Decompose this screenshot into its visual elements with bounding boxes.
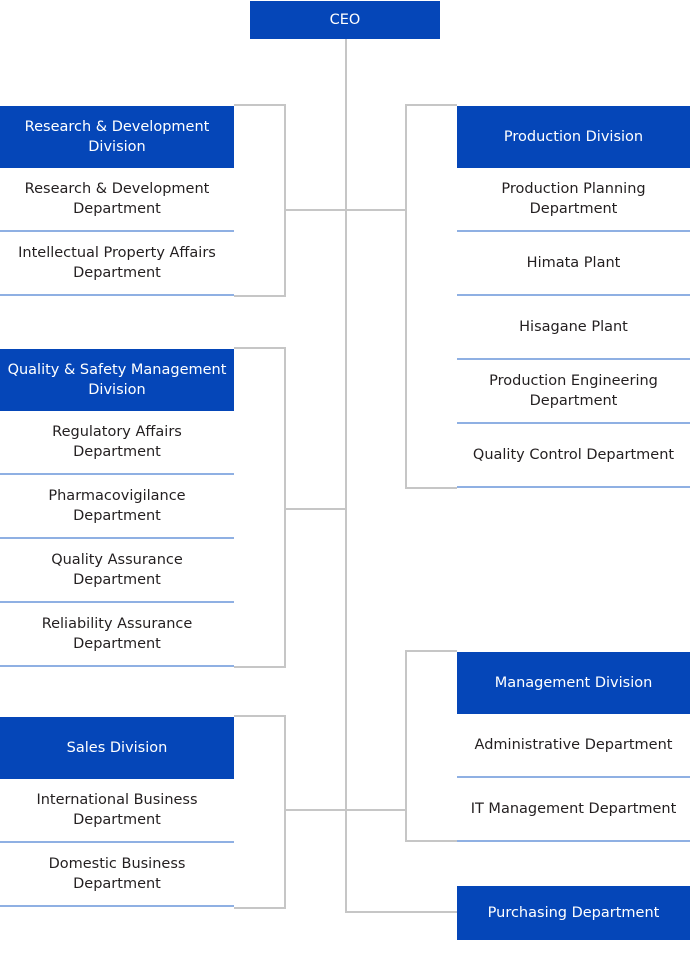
connector-rd-to-spine [284, 209, 346, 211]
node-regulatory-affairs-department-label: Regulatory Affairs Department [52, 424, 182, 460]
node-himata-plant[interactable]: Himata Plant [457, 232, 690, 296]
node-research-development-department-label: Research & Development Department [24, 181, 210, 217]
spine-to-purchasing [345, 911, 457, 913]
node-quality-assurance-department-label: Quality Assurance Department [51, 552, 183, 588]
connector-management-bracket [405, 650, 407, 840]
node-intellectual-property-affairs-department[interactable]: Intellectual Property Affairs Department [0, 232, 234, 296]
node-production-division-label: Production Division [503, 129, 644, 145]
connector-sales-top [234, 715, 286, 717]
node-administrative-department-label: Administrative Department [474, 737, 673, 753]
node-production-engineering-department[interactable]: Production Engineering Department [457, 360, 690, 424]
node-domestic-business-department-label: Domestic Business Department [48, 856, 186, 892]
connector-management-top [405, 650, 457, 652]
connector-rd-bottom [234, 295, 286, 297]
connector-sales-bottom [234, 907, 286, 909]
connector-production-to-spine [345, 209, 407, 211]
node-production-engineering-department-label: Production Engineering Department [489, 373, 658, 409]
node-domestic-business-department[interactable]: Domestic Business Department [0, 843, 234, 907]
node-administrative-department[interactable]: Administrative Department [457, 714, 690, 778]
node-research-development-division[interactable]: Research & Development Division [0, 106, 234, 168]
node-pharmacovigilance-department[interactable]: Pharmacovigilance Department [0, 475, 234, 539]
connector-qs-bracket [284, 347, 286, 666]
node-himata-plant-label: Himata Plant [526, 255, 621, 271]
connector-sales-bracket [284, 715, 286, 907]
connector-production-top [405, 104, 457, 106]
node-purchasing-department[interactable]: Purchasing Department [457, 886, 690, 940]
node-hisagane-plant[interactable]: Hisagane Plant [457, 296, 690, 360]
node-international-business-department-label: International Business Department [36, 792, 198, 828]
connector-rd-bracket [284, 104, 286, 295]
node-purchasing-department-label: Purchasing Department [487, 905, 660, 921]
node-quality-safety-management-division[interactable]: Quality & Safety Management Division [0, 349, 234, 411]
node-hisagane-plant-label: Hisagane Plant [519, 319, 628, 335]
node-intellectual-property-affairs-department-label: Intellectual Property Affairs Department [18, 245, 216, 281]
node-production-planning-department-label: Production Planning Department [501, 181, 646, 217]
node-reliability-assurance-department-label: Reliability Assurance Department [41, 616, 193, 652]
connector-qs-to-spine [284, 508, 346, 510]
node-sales-division-label: Sales Division [66, 740, 168, 756]
node-reliability-assurance-department[interactable]: Reliability Assurance Department [0, 603, 234, 667]
node-quality-safety-management-division-label: Quality & Safety Management Division [7, 362, 227, 398]
node-international-business-department[interactable]: International Business Department [0, 779, 234, 843]
node-it-management-department-label: IT Management Department [470, 801, 677, 817]
connector-sales-to-spine [284, 809, 346, 811]
connector-management-to-spine [345, 809, 407, 811]
node-research-development-division-label: Research & Development Division [24, 119, 210, 155]
connector-rd-top [234, 104, 286, 106]
spine-from-ceo [345, 39, 347, 913]
organization-chart: CEO Research & Development Division Rese… [0, 0, 690, 956]
connector-qs-top [234, 347, 286, 349]
node-quality-assurance-department[interactable]: Quality Assurance Department [0, 539, 234, 603]
node-it-management-department[interactable]: IT Management Department [457, 778, 690, 842]
node-ceo-label: CEO [329, 12, 361, 28]
node-management-division-label: Management Division [494, 675, 653, 691]
node-management-division[interactable]: Management Division [457, 652, 690, 714]
connector-production-bracket [405, 104, 407, 487]
node-quality-control-department[interactable]: Quality Control Department [457, 424, 690, 488]
node-research-development-department[interactable]: Research & Development Department [0, 168, 234, 232]
node-ceo[interactable]: CEO [250, 1, 440, 39]
node-pharmacovigilance-department-label: Pharmacovigilance Department [48, 488, 186, 524]
node-regulatory-affairs-department[interactable]: Regulatory Affairs Department [0, 411, 234, 475]
node-quality-control-department-label: Quality Control Department [472, 447, 675, 463]
node-production-division[interactable]: Production Division [457, 106, 690, 168]
connector-management-bottom [405, 840, 457, 842]
connector-qs-bottom [234, 666, 286, 668]
node-sales-division[interactable]: Sales Division [0, 717, 234, 779]
connector-production-bottom [405, 487, 457, 489]
node-production-planning-department[interactable]: Production Planning Department [457, 168, 690, 232]
